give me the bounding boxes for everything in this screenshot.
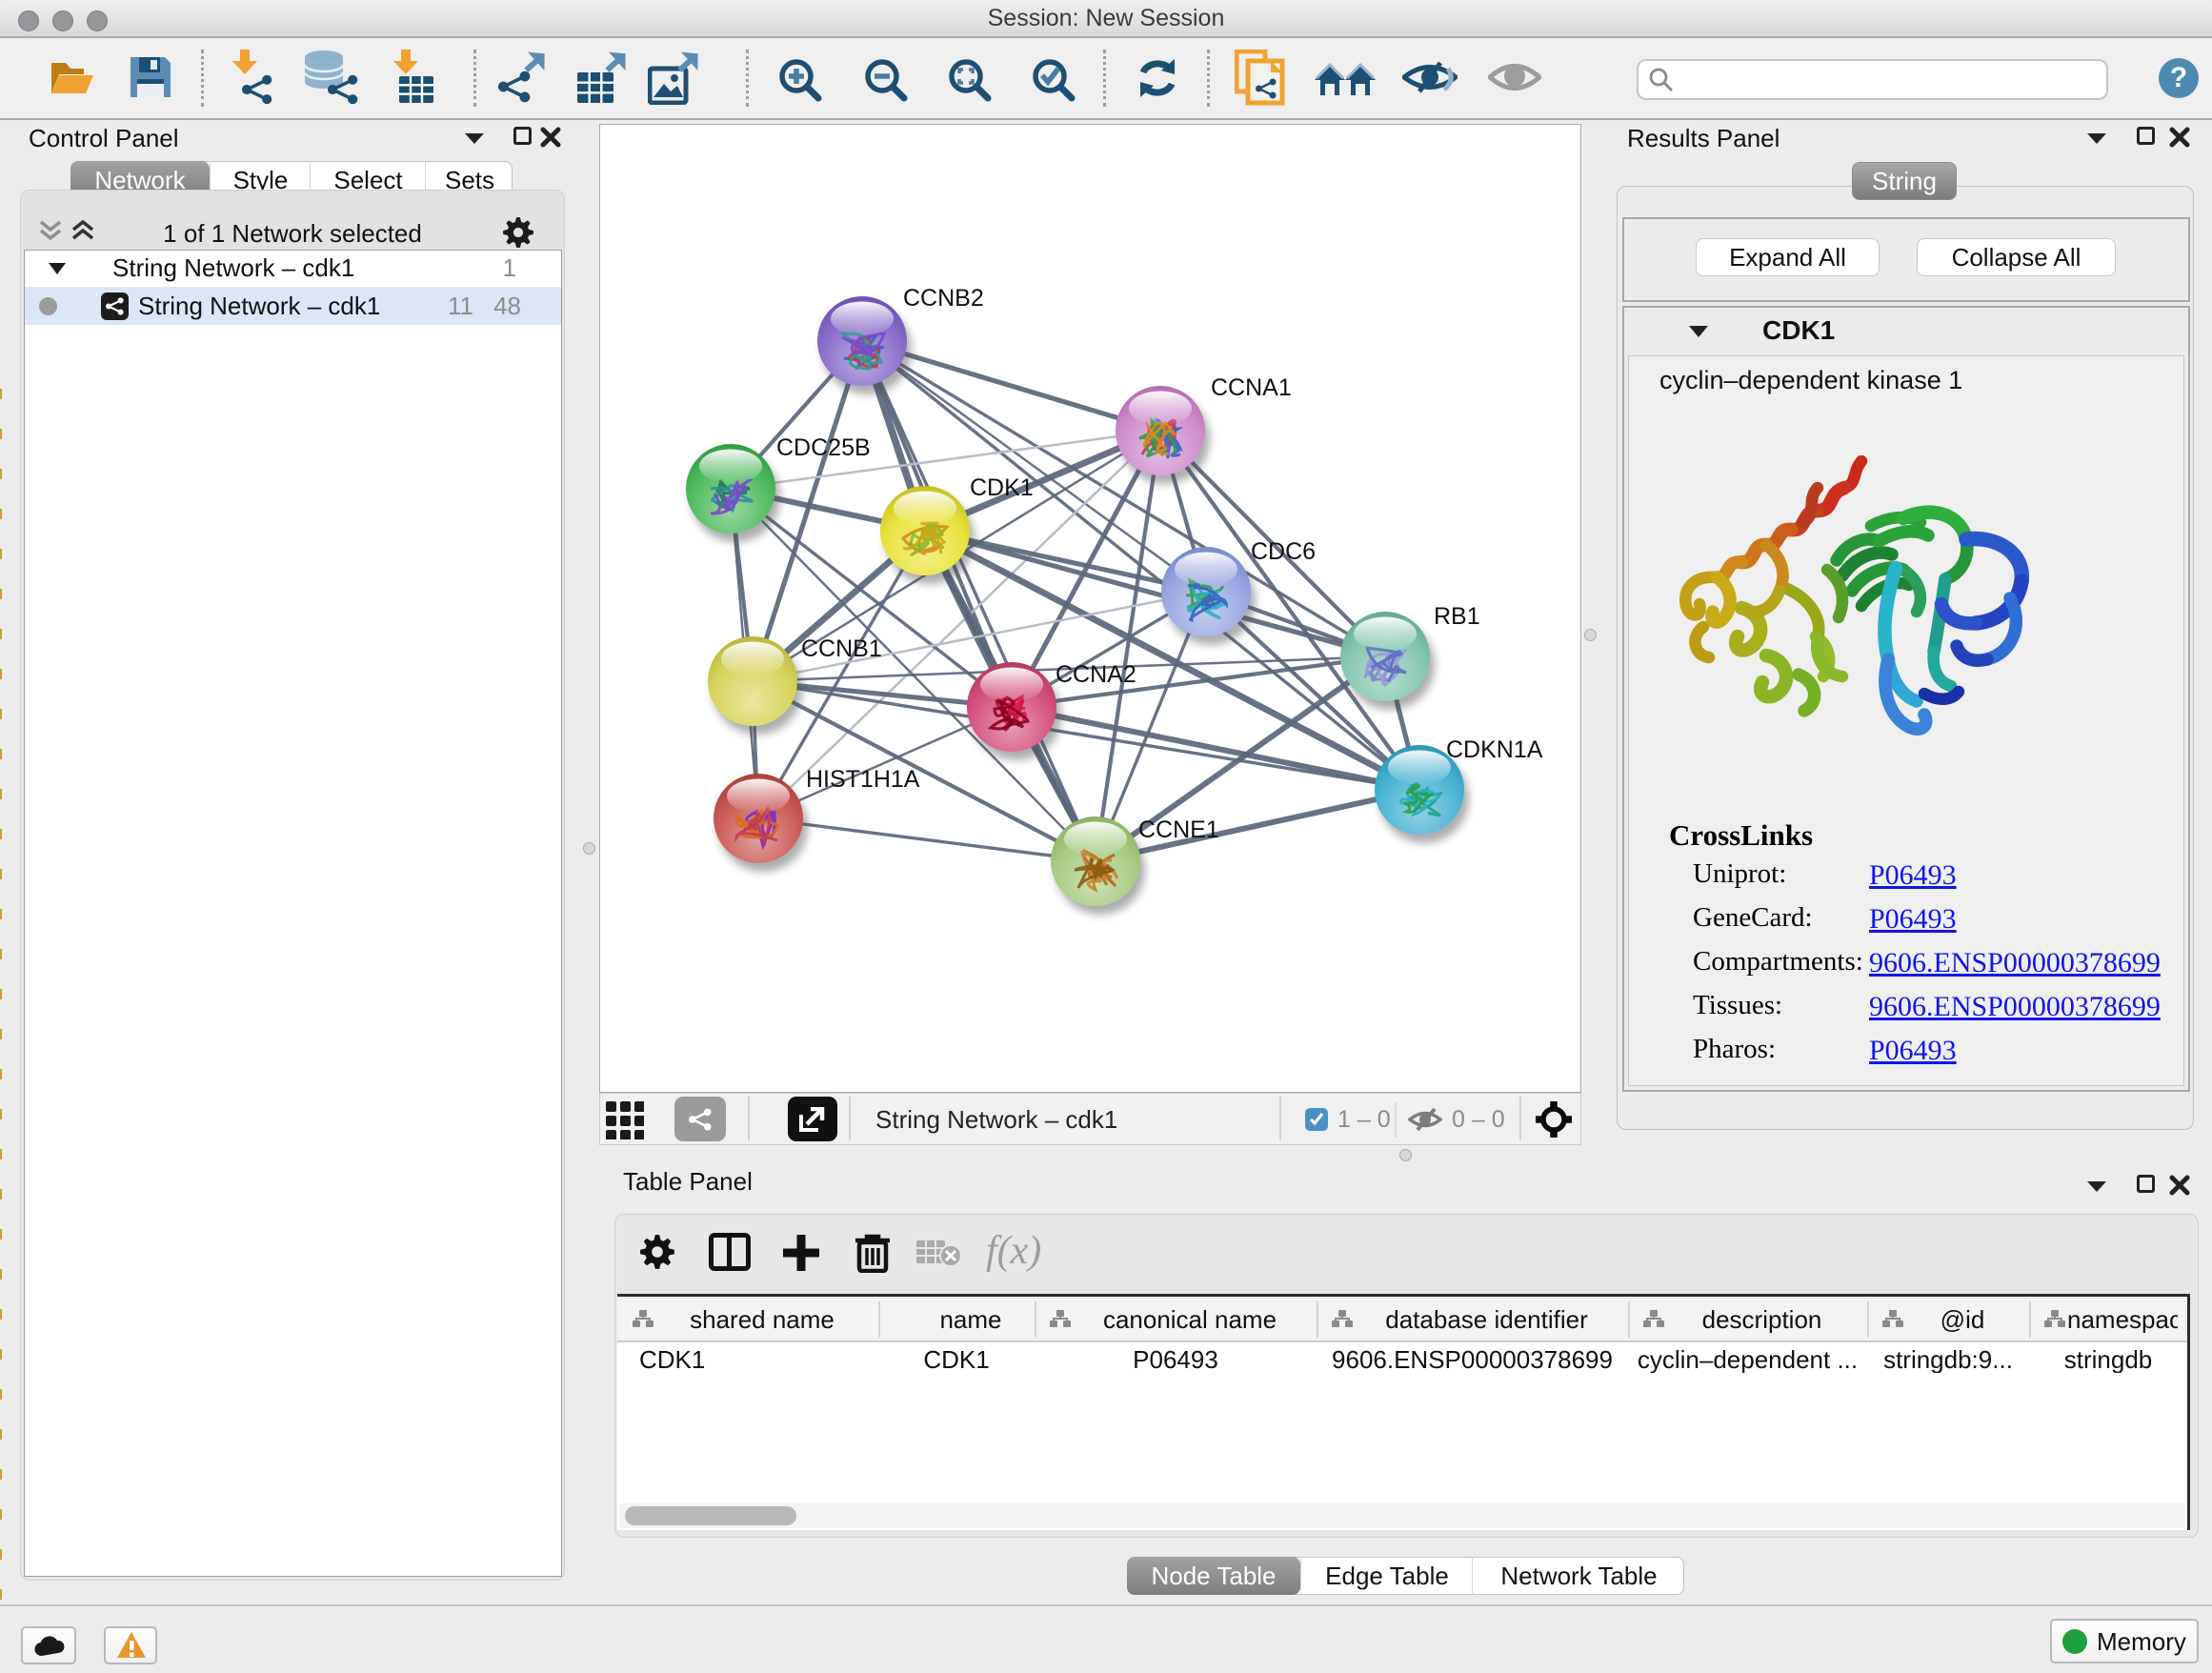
svg-text:CDC25B: CDC25B xyxy=(776,434,871,461)
svg-text:CCNB2: CCNB2 xyxy=(903,285,984,312)
svg-text:CDKN1A: CDKN1A xyxy=(1446,736,1543,763)
svg-text:CDK1: CDK1 xyxy=(970,474,1034,501)
svg-text:CCNB1: CCNB1 xyxy=(801,635,882,662)
svg-text:CDC6: CDC6 xyxy=(1251,538,1316,565)
svg-text:HIST1H1A: HIST1H1A xyxy=(806,766,920,793)
svg-text:CCNA2: CCNA2 xyxy=(1056,661,1136,688)
svg-text:CCNE1: CCNE1 xyxy=(1138,816,1219,843)
svg-text:RB1: RB1 xyxy=(1434,603,1480,630)
svg-text:CCNA1: CCNA1 xyxy=(1211,374,1292,401)
